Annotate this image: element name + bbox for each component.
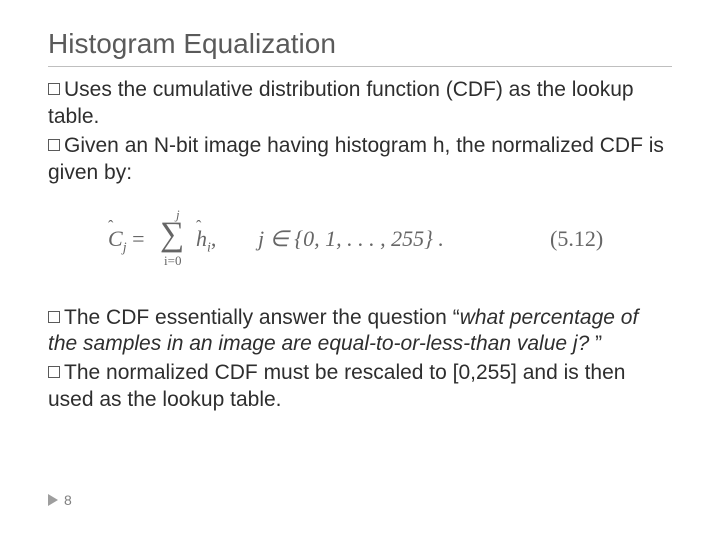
bullet-box-icon [48, 366, 60, 378]
bullet-box-icon [48, 311, 60, 323]
bullet-2-lead: Given [64, 134, 119, 157]
bullet-box-icon [48, 83, 60, 95]
page-number: 8 [64, 492, 72, 508]
bullet-4: The normalized CDF must be rescaled to [… [48, 360, 672, 414]
eq-equals: = [127, 226, 145, 251]
bullet-1-lead: Uses [64, 78, 112, 101]
eq-sum-upper: j [176, 207, 180, 224]
bullet-1: Uses the cumulative distribution functio… [48, 77, 672, 131]
bullet-3-lead: The [64, 306, 100, 329]
bullet-2-rest: an N-bit image having histogram h, the n… [48, 134, 664, 184]
eq-rhs: hi, [196, 225, 216, 257]
quote-open: “ [453, 306, 460, 329]
bullet-3-rest-a: CDF essentially answer the question [100, 306, 453, 329]
slide: Histogram Equalization Uses the cumulati… [0, 0, 720, 540]
bullet-1-rest: the cumulative distribution function (CD… [48, 78, 634, 128]
eq-lhs-sym: C [108, 226, 123, 251]
bullet-4-lead: The [64, 361, 100, 384]
page-indicator: 8 [48, 492, 72, 508]
title-rule [48, 66, 672, 67]
eq-sum-lower: i=0 [164, 253, 181, 270]
bullet-4-rest: normalized CDF must be rescaled to [0,25… [48, 361, 625, 411]
bullet-3: The CDF essentially answer the question … [48, 305, 672, 359]
bullet-list: Uses the cumulative distribution functio… [48, 77, 672, 414]
eq-rhs-sym: h [196, 226, 207, 251]
equation: ˆ Cj = ∑ j i=0 ˆ hi, j ∈ {0, 1, . . . , … [108, 209, 672, 279]
eq-sum-symbol: ∑ [160, 213, 184, 257]
quote-close: ” [595, 332, 602, 355]
bullet-2: Given an N-bit image having histogram h,… [48, 133, 672, 187]
eq-comma: , [211, 226, 217, 251]
eq-number: (5.12) [550, 225, 603, 253]
eq-set: j ∈ {0, 1, . . . , 255} . [258, 225, 444, 253]
bullet-box-icon [48, 139, 60, 151]
eq-lhs: Cj = [108, 225, 145, 257]
triangle-icon [48, 494, 58, 506]
slide-title: Histogram Equalization [48, 28, 672, 60]
